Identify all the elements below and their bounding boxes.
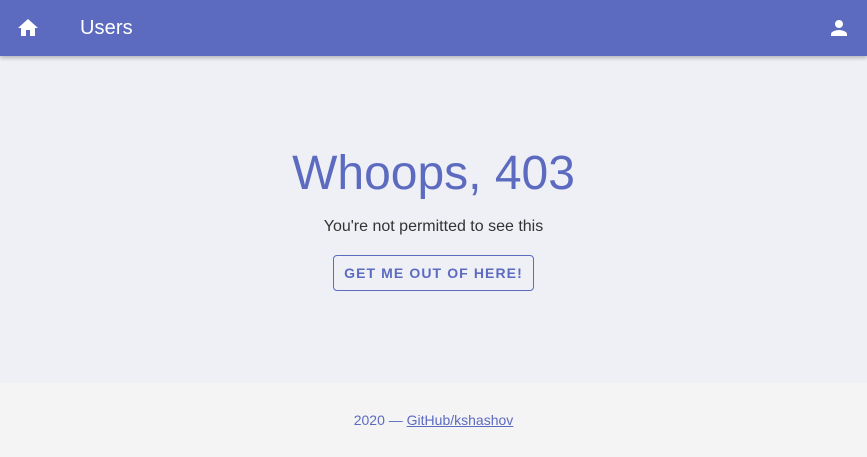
footer-year: 2020 bbox=[353, 412, 385, 428]
home-icon bbox=[18, 19, 38, 36]
account-icon bbox=[831, 20, 847, 36]
github-link[interactable]: GitHub/kshashov bbox=[407, 412, 514, 428]
footer-separator: — bbox=[388, 412, 403, 428]
footer: 2020 — GitHub/kshashov bbox=[0, 383, 867, 457]
main-content: Whoops, 403 You're not permitted to see … bbox=[0, 56, 867, 383]
error-message: You're not permitted to see this bbox=[323, 218, 544, 235]
account-button[interactable] bbox=[811, 0, 867, 56]
get-me-out-button[interactable]: GET ME OUT OF HERE! bbox=[333, 255, 534, 291]
error-headline: Whoops, 403 bbox=[292, 147, 575, 200]
page-title: Users bbox=[80, 16, 133, 39]
app-bar: Users bbox=[0, 0, 867, 56]
home-button[interactable] bbox=[0, 0, 56, 56]
